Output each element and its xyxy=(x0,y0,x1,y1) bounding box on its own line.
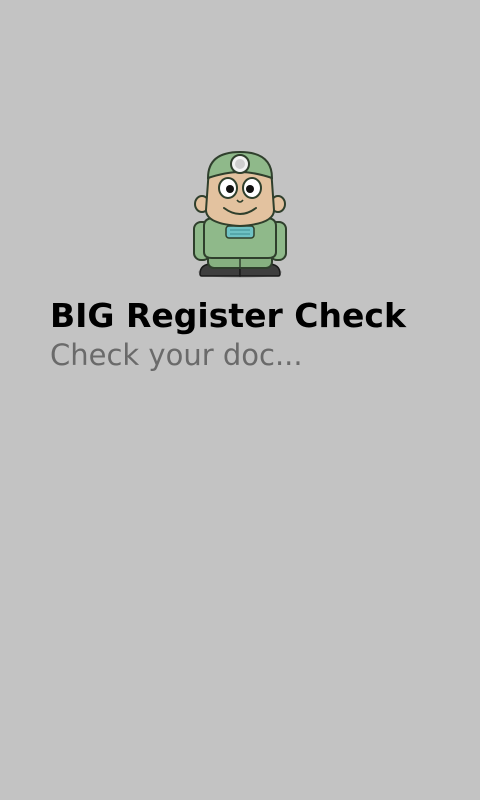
app-subtitle: Check your doc... xyxy=(50,338,303,372)
splash-screen: BIG Register Check Check your doc... xyxy=(0,0,480,800)
app-title: BIG Register Check xyxy=(50,296,406,335)
doctor-mascot-icon xyxy=(193,150,287,278)
